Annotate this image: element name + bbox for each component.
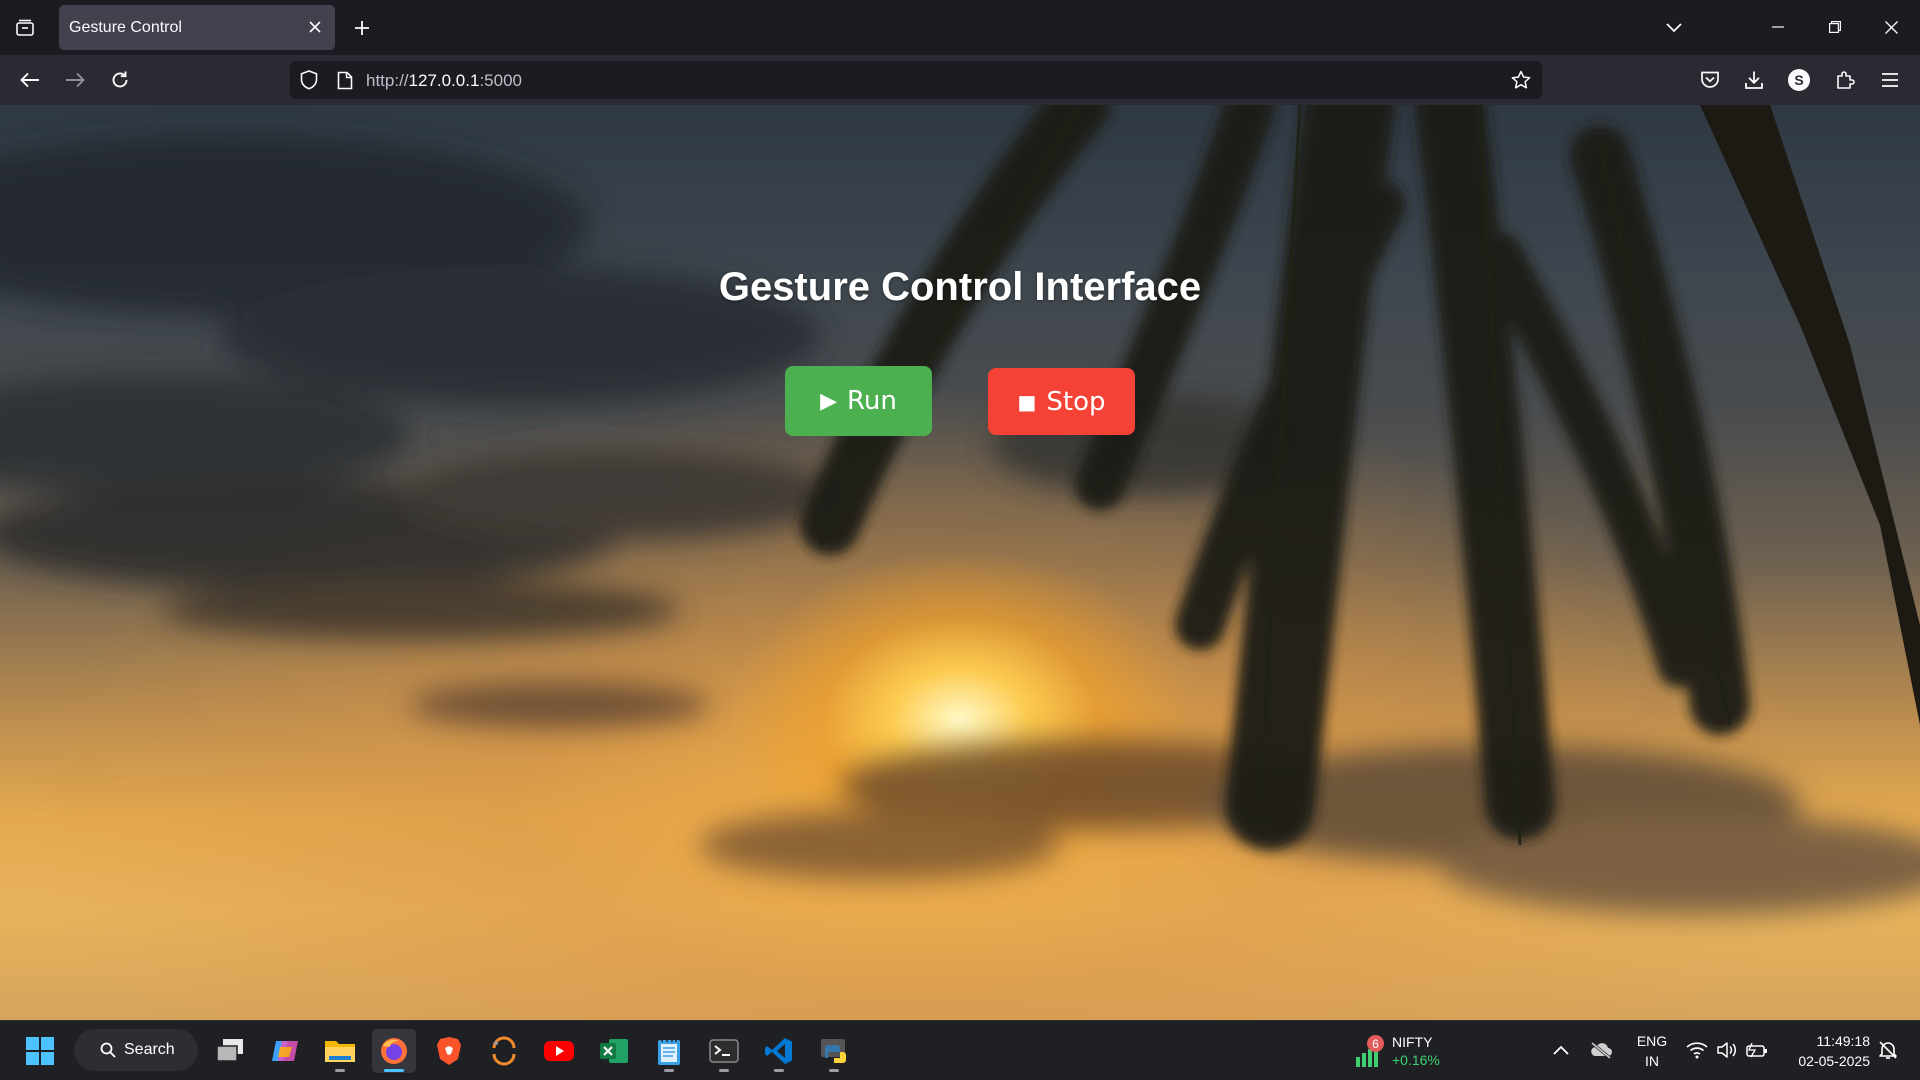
- page-viewport: Gesture Control Interface ▶ Run ■ Stop: [0, 105, 1920, 1020]
- firefox-taskbar-icon[interactable]: [372, 1029, 416, 1073]
- shield-icon[interactable]: [297, 68, 321, 92]
- account-avatar: S: [1788, 69, 1810, 91]
- url-scheme: http://: [366, 71, 409, 90]
- tab-title: Gesture Control: [69, 19, 182, 36]
- page-title: Gesture Control Interface: [718, 265, 1202, 309]
- language-indicator[interactable]: ENG IN: [1634, 1031, 1670, 1071]
- running-indicator: [335, 1069, 345, 1072]
- terminal-icon[interactable]: [702, 1029, 746, 1073]
- stop-button-label: Stop: [1046, 386, 1106, 417]
- restore-icon[interactable]: [1812, 8, 1858, 46]
- play-icon: ▶: [820, 388, 838, 414]
- firefox-view-icon[interactable]: [8, 12, 42, 44]
- notification-bell-icon[interactable]: [1875, 1037, 1901, 1063]
- vscode-icon[interactable]: [757, 1029, 801, 1073]
- reload-icon[interactable]: [102, 62, 138, 98]
- clock-time: 11:49:18: [1816, 1033, 1870, 1049]
- back-icon[interactable]: [12, 62, 48, 98]
- search-label: Search: [124, 1041, 175, 1058]
- language-code: ENG: [1636, 1033, 1668, 1049]
- brave-icon[interactable]: [427, 1029, 471, 1073]
- stop-icon: ■: [1017, 389, 1037, 414]
- hamburger-menu-icon[interactable]: [1872, 62, 1908, 98]
- file-explorer-icon[interactable]: [318, 1029, 362, 1073]
- clock-date: 02-05-2025: [1798, 1053, 1870, 1069]
- bookmark-star-icon[interactable]: [1509, 68, 1533, 92]
- run-button[interactable]: ▶ Run: [785, 366, 932, 436]
- new-tab-icon[interactable]: [346, 12, 378, 44]
- running-indicator: [829, 1069, 839, 1072]
- page-content: Gesture Control Interface ▶ Run ■ Stop: [0, 105, 1920, 1020]
- stock-name: NIFTY: [1392, 1034, 1433, 1050]
- extensions-icon[interactable]: [1827, 62, 1863, 98]
- forward-icon[interactable]: [57, 62, 93, 98]
- python-icon[interactable]: [812, 1029, 856, 1073]
- running-indicator: [774, 1069, 784, 1072]
- task-view-icon[interactable]: [208, 1029, 252, 1073]
- excel-icon[interactable]: [592, 1029, 636, 1073]
- page-info-icon[interactable]: [333, 68, 357, 92]
- active-indicator: [384, 1069, 404, 1072]
- window-close-icon[interactable]: [1868, 8, 1914, 46]
- account-icon[interactable]: S: [1781, 62, 1817, 98]
- download-icon[interactable]: [1736, 62, 1772, 98]
- volume-icon[interactable]: [1714, 1037, 1740, 1063]
- tab-strip: Gesture Control: [0, 0, 1920, 55]
- stock-widget[interactable]: 6 NIFTY +0.16%: [1352, 1027, 1462, 1073]
- system-clock[interactable]: 11:49:18 02-05-2025: [1780, 1031, 1870, 1071]
- wifi-icon[interactable]: [1684, 1037, 1710, 1063]
- battery-icon[interactable]: [1744, 1037, 1770, 1063]
- url-host: 127.0.0.1: [408, 71, 480, 90]
- search-icon: [100, 1042, 116, 1058]
- chevron-down-icon[interactable]: [1658, 12, 1690, 44]
- windows-start-icon[interactable]: [18, 1029, 62, 1073]
- notepad-icon[interactable]: [647, 1029, 691, 1073]
- copilot-icon[interactable]: [263, 1029, 307, 1073]
- orbit-app-icon[interactable]: [482, 1029, 526, 1073]
- onedrive-offline-icon[interactable]: [1588, 1037, 1614, 1063]
- url-text[interactable]: http://127.0.0.1:5000: [366, 71, 522, 91]
- pocket-icon[interactable]: [1692, 62, 1728, 98]
- chevron-up-icon[interactable]: [1548, 1037, 1574, 1063]
- tab-gesture-control[interactable]: Gesture Control: [59, 5, 335, 50]
- running-indicator: [719, 1069, 729, 1072]
- navigation-toolbar: http://127.0.0.1:5000 S: [0, 55, 1920, 105]
- notification-badge: 6: [1367, 1035, 1384, 1052]
- running-indicator: [664, 1069, 674, 1072]
- close-icon[interactable]: [303, 15, 327, 39]
- taskbar: Search 6 NIFTY +0.16% ENG IN 11:49:18 02…: [0, 1020, 1920, 1080]
- url-port: :5000: [479, 71, 522, 90]
- region-code: IN: [1645, 1053, 1659, 1069]
- stop-button[interactable]: ■ Stop: [988, 368, 1135, 435]
- minimize-icon[interactable]: [1755, 8, 1801, 46]
- youtube-icon[interactable]: [537, 1029, 581, 1073]
- stock-change: +0.16%: [1392, 1052, 1440, 1068]
- taskbar-search[interactable]: Search: [74, 1029, 198, 1071]
- address-bar[interactable]: http://127.0.0.1:5000: [290, 61, 1542, 99]
- run-button-label: Run: [847, 386, 897, 416]
